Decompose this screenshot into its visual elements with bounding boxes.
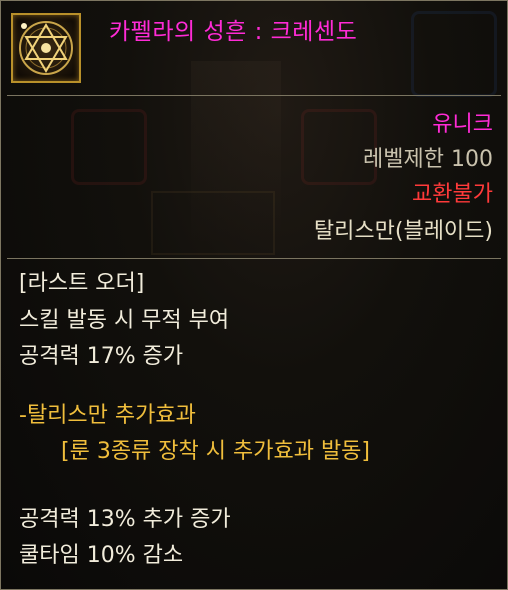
item-type: 탈리스만(블레이드) [313,219,493,244]
talisman-bonus-line: 공격력 13% 추가 증가 [19,507,231,532]
talisman-bonus-line: 쿨타임 10% 감소 [19,543,184,568]
item-tooltip: 카펠라의 성흔 : 크레센도 유니크 레벨제한 100 교환불가 탈리스만(블레… [0,0,508,590]
background-art [71,109,147,185]
background-art [151,191,275,255]
trade-status: 교환불가 [412,182,493,207]
skill-effect-line: 공격력 17% 증가 [19,344,184,369]
divider [7,258,501,259]
skill-effect-title: [라스트 오더] [19,271,145,296]
talisman-bonus-title: -탈리스만 추가효과 [19,403,196,428]
divider [7,95,501,96]
tooltip-header: 카펠라의 성흔 : 크레센도 [1,1,507,95]
hexagram-seal-icon [11,13,81,83]
skill-effect-line: 스킬 발동 시 무적 부여 [19,308,230,333]
item-rarity: 유니크 [432,112,493,137]
level-requirement: 레벨제한 100 [363,147,493,172]
item-name: 카펠라의 성흔 : 크레센도 [109,19,358,45]
talisman-bonus-condition: [룬 3종류 장착 시 추가효과 발동] [61,439,371,464]
